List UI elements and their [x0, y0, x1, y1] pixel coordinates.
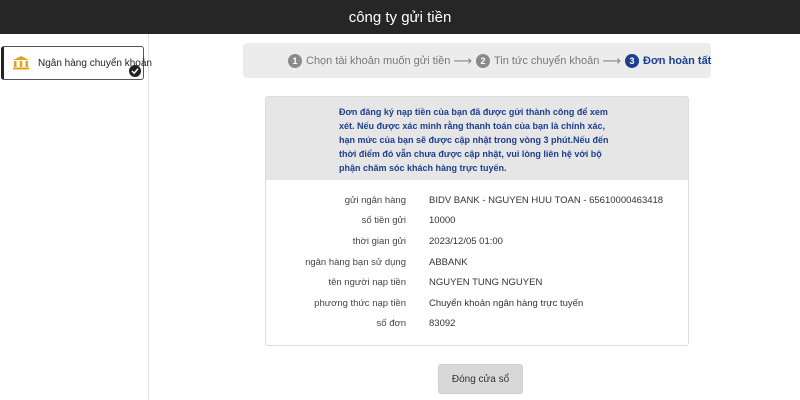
detail-label: thời gian gửi [352, 235, 406, 247]
close-window-button[interactable]: Đóng cửa sổ [438, 364, 523, 394]
order-summary-card: Đơn đăng ký nạp tiền của bạn đã được gửi… [265, 96, 689, 346]
detail-label: gửi ngân hàng [344, 194, 406, 206]
detail-value: Chuyển khoản ngân hàng trực tuyến [429, 297, 584, 309]
bank-icon [12, 56, 30, 70]
progress-steps: 1 Chọn tài khoản muốn gửi tiền ⟶ 2 Tin t… [243, 43, 711, 78]
step-label: Đơn hoàn tất [643, 54, 712, 67]
detail-label: số tiền gửi [361, 215, 406, 227]
detail-value: BIDV BANK - NGUYEN HUU TOAN - 6561000046… [429, 194, 664, 206]
notice-line: Đơn đăng ký nạp tiền của bạn đã được gửi… [339, 107, 608, 117]
notice-line: hạn mức của bạn sẽ được cập nhật trong v… [339, 135, 609, 145]
detail-label: phương thức nạp tiền [314, 297, 406, 309]
step-2: 2 Tin tức chuyển khoản [475, 53, 600, 68]
arrow-right-icon: ⟶ [453, 52, 472, 68]
detail-value: 83092 [429, 318, 456, 330]
step-3: 3 Đơn hoàn tất [625, 53, 712, 68]
detail-value: NGUYEN TUNG NGUYEN [429, 277, 543, 289]
notice-line: thời điểm đó vẫn chưa được cập nhật, vui… [339, 149, 602, 159]
detail-label: số đơn [376, 318, 406, 330]
detail-row: thời gian gửi 2023/12/05 01:00 [266, 231, 688, 252]
detail-value: ABBANK [429, 256, 468, 268]
detail-row: số tiền gửi 10000 [266, 211, 688, 232]
detail-row: gửi ngân hàng BIDV BANK - NGUYEN HUU TOA… [266, 190, 688, 211]
detail-value: 10000 [429, 215, 456, 227]
detail-row: tên người nạp tiền NGUYEN TUNG NGUYEN [266, 272, 688, 293]
page-title: công ty gửi tiền [348, 8, 452, 26]
details-list: gửi ngân hàng BIDV BANK - NGUYEN HUU TOA… [266, 180, 688, 334]
arrow-right-icon: ⟶ [602, 52, 622, 68]
notice-line: phận chăm sóc khách hàng trực tuyến. [339, 163, 507, 173]
step-1: 1 Chọn tài khoản muốn gửi tiền [288, 53, 451, 68]
step-number: 1 [288, 53, 302, 68]
sidebar: Ngân hàng chuyển khoản [0, 34, 152, 400]
detail-value: 2023/12/05 01:00 [429, 235, 503, 247]
top-bar: công ty gửi tiền [0, 0, 800, 34]
check-icon [129, 65, 141, 77]
step-number: 3 [625, 53, 640, 68]
detail-row: phương thức nạp tiền Chuyển khoản ngân h… [266, 293, 688, 314]
detail-row: số đơn 83092 [266, 314, 688, 335]
success-notice: Đơn đăng ký nạp tiền của bạn đã được gửi… [266, 97, 688, 180]
detail-label: ngân hàng bạn sử dụng [305, 256, 406, 268]
sidebar-item-bank-transfer[interactable]: Ngân hàng chuyển khoản [1, 46, 152, 80]
detail-label: tên người nạp tiền [328, 277, 406, 289]
notice-line: xét. Nếu được xác minh rằng thanh toán c… [339, 121, 605, 131]
step-label: Chọn tài khoản muốn gửi tiền [306, 54, 451, 67]
step-label: Tin tức chuyển khoản [493, 54, 600, 67]
detail-row: ngân hàng bạn sử dụng ABBANK [266, 252, 688, 273]
step-number: 2 [475, 53, 490, 68]
